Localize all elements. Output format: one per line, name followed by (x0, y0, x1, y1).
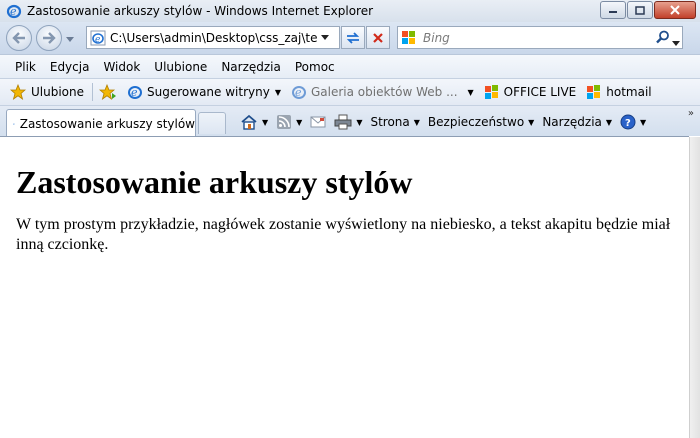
search-options-dropdown[interactable] (672, 35, 680, 49)
svg-text:?: ? (625, 118, 631, 129)
home-button[interactable]: ▼ (240, 114, 268, 130)
svg-text:e: e (295, 86, 302, 99)
mail-icon (310, 116, 326, 128)
search-input[interactable] (423, 30, 643, 45)
fav-label: Sugerowane witryny (147, 85, 270, 99)
address-bar-row: e (0, 22, 700, 54)
menu-item-favorites[interactable]: Ulubione (147, 60, 214, 74)
chevron-down-icon: ▼ (262, 117, 269, 127)
page-heading: Zastosowanie arkuszy stylów (16, 164, 413, 200)
add-to-favorites-bar-button[interactable] (99, 84, 117, 100)
menu-item-help[interactable]: Pomoc (288, 60, 342, 74)
fav-office-live[interactable]: OFFICE LIVE (484, 84, 577, 100)
refresh-button[interactable] (341, 26, 365, 49)
help-icon: ? (620, 114, 636, 130)
star-icon (10, 84, 26, 100)
back-arrow-icon (12, 32, 25, 44)
home-icon (241, 114, 257, 130)
bing-icon (402, 30, 415, 44)
read-mail-button[interactable] (310, 115, 326, 129)
chevron-down-icon: ▼ (640, 117, 647, 127)
fav-label: Galeria obiektów Web ... (310, 85, 458, 99)
feeds-button[interactable]: ▼ (276, 114, 302, 130)
forward-arrow-icon (43, 32, 56, 44)
search-field[interactable] (397, 26, 683, 49)
tab-label: Zastosowanie arkuszy stylów (19, 116, 195, 131)
address-field[interactable]: e (86, 26, 340, 49)
close-icon (670, 5, 680, 15)
fav-suggested-sites[interactable]: e Sugerowane witryny ▼ (127, 84, 281, 100)
chevron-down-icon: ▼ (467, 87, 474, 97)
svg-text:e: e (131, 86, 138, 99)
search-icon (656, 30, 669, 44)
divider (92, 83, 94, 101)
favorites-bar: Ulubione e Sugerowane witryny ▼ e Galeri… (0, 78, 700, 105)
recent-pages-dropdown[interactable] (64, 34, 76, 44)
page-menu-label: Strona (370, 115, 410, 129)
menu-item-tools[interactable]: Narzędzia (214, 60, 288, 74)
tab-active[interactable]: e Zastosowanie arkuszy stylów (6, 109, 196, 137)
chevron-down-icon: ▼ (413, 117, 420, 127)
fav-label: OFFICE LIVE (503, 85, 577, 99)
close-button[interactable] (654, 1, 696, 19)
forward-button[interactable] (36, 25, 62, 51)
chevron-down-icon: ▼ (356, 117, 363, 127)
menu-bar: Plik Edycja Widok Ulubione Narzędzia Pom… (0, 54, 700, 78)
favorites-button[interactable]: Ulubione (10, 84, 84, 100)
fav-web-slice-gallery[interactable]: e Galeria obiektów Web ... ▼ (291, 84, 474, 100)
help-button[interactable]: ? ▼ (620, 114, 646, 130)
chevron-down-icon (321, 35, 329, 40)
print-button[interactable]: ▼ (334, 114, 362, 130)
ie-icon: e (6, 4, 22, 19)
maximize-icon (635, 5, 645, 15)
tab-command-bar: e Zastosowanie arkuszy stylów ▼ ▼ ▼ Stro… (0, 105, 700, 137)
menu-item-view[interactable]: Widok (96, 60, 147, 74)
page-menu-button[interactable]: Strona ▼ (370, 115, 419, 129)
chevron-down-icon (672, 41, 680, 46)
chevron-down-icon: ▼ (605, 117, 613, 127)
toolbar-overflow-icon[interactable]: » (688, 108, 694, 119)
search-button[interactable] (656, 30, 670, 47)
chevron-down-icon (66, 36, 74, 42)
fav-label: hotmail (606, 85, 652, 99)
rss-feed-icon (277, 115, 292, 129)
stop-icon (373, 32, 383, 43)
window-title: Zastosowanie arkuszy stylów - Windows In… (27, 4, 374, 18)
windows-logo-icon (484, 85, 498, 99)
tools-menu-button[interactable]: Narzędzia ▼ (542, 115, 612, 129)
menu-item-file[interactable]: Plik (8, 60, 43, 74)
printer-icon (334, 114, 352, 130)
maximize-button[interactable] (627, 1, 653, 19)
page-content: Zastosowanie arkuszy stylów W tym prosty… (0, 136, 689, 438)
back-button[interactable] (6, 25, 32, 51)
ie-icon: e (291, 86, 306, 99)
ie-icon: e (128, 86, 143, 99)
minimize-button[interactable] (600, 1, 626, 19)
safety-menu-button[interactable]: Bezpieczeństwo ▼ (428, 115, 534, 129)
vertical-scrollbar[interactable] (689, 137, 700, 438)
ie-icon: e (13, 122, 15, 125)
ie-page-icon: e (90, 30, 106, 45)
page-paragraph: W tym prostym przykładzie, nagłówek zost… (16, 216, 671, 253)
stop-button[interactable] (366, 26, 390, 49)
menu-item-edit[interactable]: Edycja (43, 60, 97, 74)
title-bar: e Zastosowanie arkuszy stylów - Windows … (0, 0, 700, 22)
chevron-down-icon: ▼ (296, 117, 303, 127)
chevron-down-icon: ▼ (274, 87, 281, 97)
address-dropdown[interactable] (318, 35, 332, 40)
fav-hotmail[interactable]: hotmail (586, 84, 652, 100)
minimize-icon (609, 11, 617, 13)
safety-menu-label: Bezpieczeństwo (427, 115, 525, 129)
windows-logo-icon (587, 85, 601, 99)
svg-text:e: e (10, 5, 17, 18)
address-input[interactable] (110, 30, 318, 45)
add-favorite-star-icon (99, 84, 117, 100)
svg-text:e: e (95, 35, 100, 45)
chevron-down-icon: ▼ (528, 117, 535, 127)
refresh-icon (346, 31, 360, 44)
new-tab-button[interactable] (198, 112, 226, 134)
favorites-button-label: Ulubione (31, 85, 85, 99)
tools-menu-label: Narzędzia (542, 115, 602, 129)
